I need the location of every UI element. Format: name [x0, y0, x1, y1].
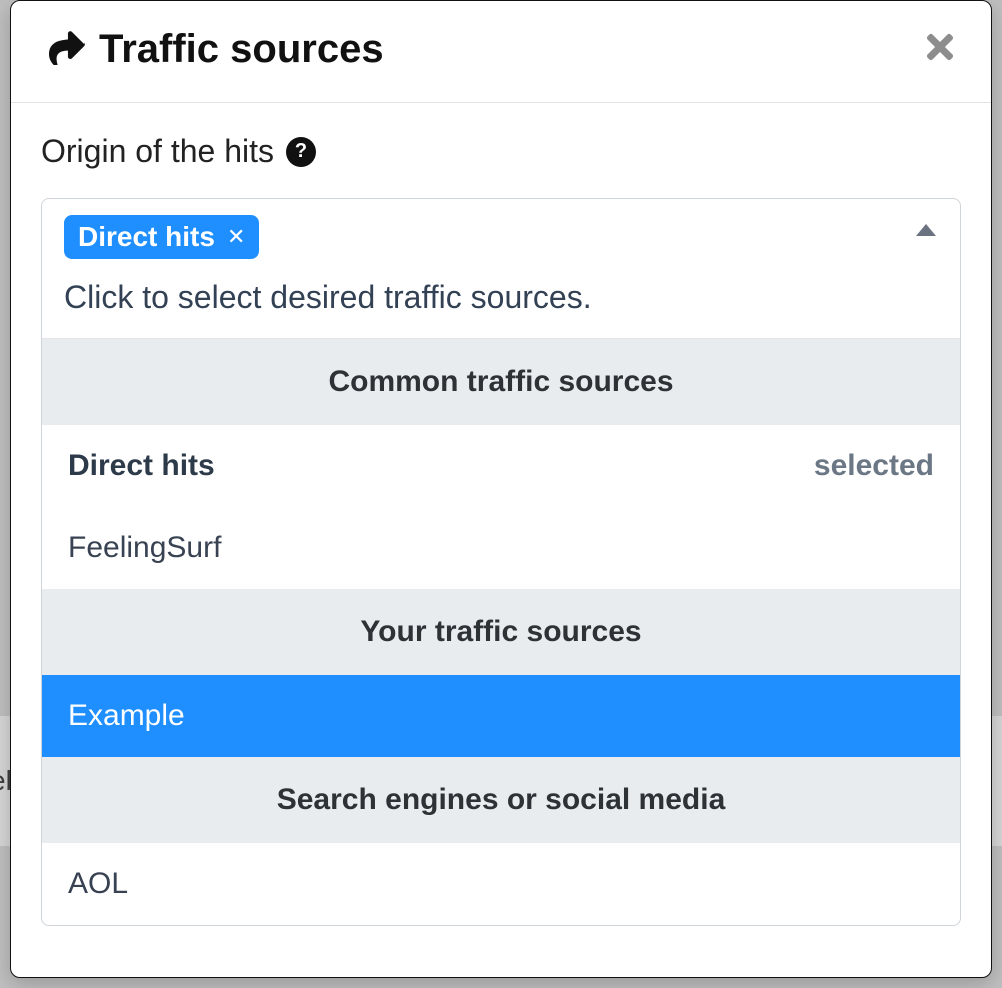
- chevron-up-icon: [916, 223, 936, 237]
- traffic-source-input[interactable]: [64, 269, 910, 330]
- option-feelingsurf[interactable]: FeelingSurf: [42, 507, 960, 589]
- tag-remove-icon[interactable]: ✕: [227, 224, 245, 250]
- tag-label: Direct hits: [78, 221, 215, 253]
- select-tags-area[interactable]: Direct hits ✕: [42, 199, 960, 338]
- help-icon[interactable]: ?: [286, 137, 316, 167]
- dropdown-list[interactable]: Common traffic sources Direct hits selec…: [42, 338, 960, 925]
- modal-header: Traffic sources: [11, 1, 991, 103]
- traffic-source-select[interactable]: Direct hits ✕ Common traffic sources Dir…: [41, 198, 961, 926]
- traffic-sources-modal: Traffic sources Origin of the hits ? Dir…: [10, 0, 992, 978]
- option-selected-indicator: selected: [814, 449, 934, 483]
- group-header-common: Common traffic sources: [42, 339, 960, 425]
- group-header-your: Your traffic sources: [42, 589, 960, 675]
- modal-title-wrap: Traffic sources: [49, 27, 384, 72]
- option-label: AOL: [68, 867, 128, 901]
- option-aol[interactable]: AOL: [42, 843, 960, 925]
- group-header-search: Search engines or social media: [42, 757, 960, 843]
- option-label: FeelingSurf: [68, 531, 221, 565]
- close-button[interactable]: [921, 28, 959, 71]
- selected-tag-direct-hits: Direct hits ✕: [64, 215, 259, 259]
- dropdown-caret[interactable]: [916, 223, 936, 242]
- option-direct-hits[interactable]: Direct hits selected: [42, 425, 960, 507]
- option-example[interactable]: Example: [42, 675, 960, 757]
- modal-body: Origin of the hits ? Direct hits ✕ Commo…: [11, 103, 991, 926]
- share-icon: [49, 29, 85, 70]
- option-label: Example: [68, 699, 185, 733]
- field-label-row: Origin of the hits ?: [41, 133, 961, 170]
- close-icon: [921, 28, 959, 66]
- modal-title: Traffic sources: [99, 27, 384, 72]
- option-label: Direct hits: [68, 449, 215, 483]
- origin-label: Origin of the hits: [41, 133, 274, 170]
